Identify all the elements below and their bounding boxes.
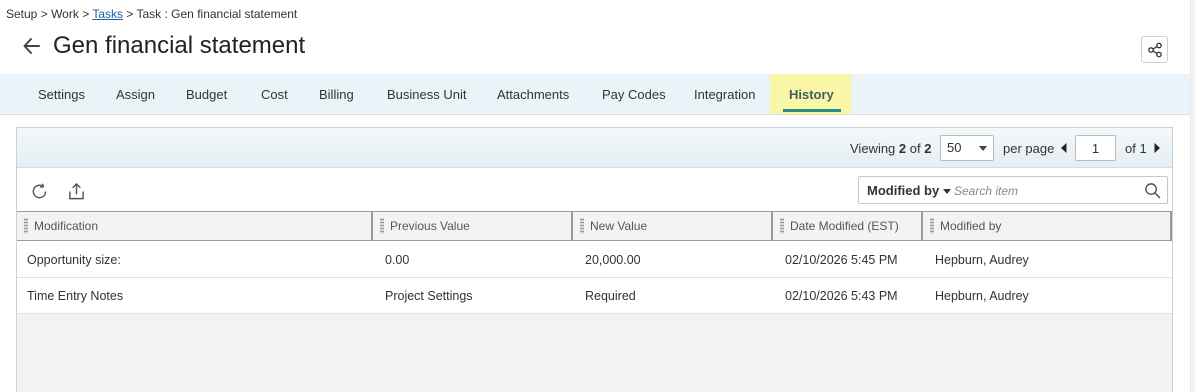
tab-label: Settings	[38, 86, 85, 102]
column-header-date-modified[interactable]: Date Modified (EST)	[775, 212, 921, 240]
breadcrumb-separator: >	[40, 7, 48, 21]
cell-new-value: 20,000.00	[585, 253, 641, 267]
arrow-left-icon	[23, 38, 40, 54]
column-resizer[interactable]	[1170, 212, 1172, 240]
viewing-of-label: of	[909, 141, 921, 156]
viewing-shown: 2	[898, 141, 907, 156]
tab-history[interactable]: History	[770, 74, 851, 114]
share-button[interactable]	[1141, 36, 1168, 63]
tab-cost[interactable]: Cost	[247, 74, 302, 114]
tab-label: Attachments	[497, 86, 570, 102]
drag-handle-icon[interactable]	[930, 218, 934, 234]
search-icon[interactable]	[1144, 182, 1161, 199]
cell-previous-value: Project Settings	[385, 289, 473, 303]
column-resizer[interactable]	[571, 212, 573, 240]
breadcrumb: Setup > Work > Tasks > Task : Gen financ…	[6, 7, 297, 21]
cell-modification: Time Entry Notes	[27, 289, 124, 303]
cell-modified-by: Hepburn, Audrey	[935, 289, 1029, 303]
page-title: Gen financial statement	[53, 32, 306, 59]
tab-billing[interactable]: Billing	[305, 74, 368, 114]
export-button[interactable]	[66, 181, 86, 201]
tab-assign[interactable]: Assign	[102, 74, 169, 114]
tab-attachments[interactable]: Attachments	[483, 74, 583, 114]
page-number-input[interactable]	[1075, 135, 1116, 161]
cell-new-value: Required	[585, 289, 636, 303]
column-header-new-value[interactable]: New Value	[575, 212, 771, 240]
breadcrumb-current: Task : Gen financial statement	[136, 7, 298, 21]
chevron-down-icon	[979, 146, 987, 151]
tab-label: Budget	[186, 86, 228, 102]
breadcrumb-setup[interactable]: Setup	[6, 7, 37, 21]
history-panel: Viewing 2 of 2 50 per page of 1	[16, 127, 1173, 392]
per-page-select[interactable]: 50	[940, 135, 994, 161]
viewing-label: Viewing	[850, 141, 896, 156]
pager-bar: Viewing 2 of 2 50 per page of 1	[17, 128, 1172, 168]
export-icon	[68, 182, 84, 199]
column-header-modified-by[interactable]: Modified by	[925, 212, 1165, 240]
search-filter-dropdown[interactable]: Modified by	[867, 183, 952, 198]
table-row[interactable]: Time Entry Notes Project Settings Requir…	[17, 278, 1172, 314]
column-label: New Value	[590, 219, 648, 233]
tab-label: Billing	[319, 86, 354, 102]
breadcrumb-tasks-link[interactable]: Tasks	[92, 7, 123, 21]
cell-date-modified: 02/10/2026 5:43 PM	[785, 289, 898, 303]
search-filter-label: Modified by	[867, 183, 940, 198]
title-row: Gen financial statement	[20, 30, 305, 62]
tab-business-unit[interactable]: Business Unit	[373, 74, 480, 114]
cell-date-modified: 02/10/2026 5:45 PM	[785, 253, 898, 267]
drag-handle-icon[interactable]	[780, 218, 784, 234]
triangle-right-icon[interactable]	[1153, 142, 1161, 154]
window-edge	[1190, 0, 1195, 392]
breadcrumb-work[interactable]: Work	[51, 7, 79, 21]
cell-modified-by: Hepburn, Audrey	[935, 253, 1029, 267]
table-row[interactable]: Opportunity size: 0.00 20,000.00 02/10/2…	[17, 242, 1172, 278]
tab-label: Cost	[261, 86, 288, 102]
drag-handle-icon[interactable]	[380, 218, 384, 234]
search-input[interactable]	[954, 181, 1144, 201]
column-label: Modification	[34, 219, 99, 233]
cell-modification: Opportunity size:	[27, 253, 121, 267]
drag-handle-icon[interactable]	[24, 218, 28, 234]
tab-budget[interactable]: Budget	[173, 74, 240, 114]
column-header-previous-value[interactable]: Previous Value	[375, 212, 571, 240]
page-of-label: of 1	[1125, 141, 1147, 156]
drag-handle-icon[interactable]	[580, 218, 584, 234]
column-label: Date Modified (EST)	[790, 219, 899, 233]
tab-label: History	[789, 86, 834, 102]
tab-pay-codes[interactable]: Pay Codes	[588, 74, 680, 114]
refresh-button[interactable]	[29, 181, 49, 201]
refresh-icon	[32, 182, 46, 198]
tab-settings[interactable]: Settings	[24, 74, 99, 114]
cell-previous-value: 0.00	[385, 253, 410, 267]
back-button[interactable]	[20, 34, 44, 58]
tab-bar: Settings Assign Budget Cost Billing Busi…	[0, 74, 1195, 115]
grid-empty-area	[17, 314, 1172, 392]
per-page-value: 50	[947, 140, 962, 155]
viewing-count: Viewing 2 of 2	[850, 141, 931, 156]
viewing-total: 2	[924, 141, 932, 156]
tab-label: Integration	[694, 86, 756, 102]
column-label: Modified by	[940, 219, 1002, 233]
tab-integration[interactable]: Integration	[680, 74, 769, 114]
column-resizer[interactable]	[771, 212, 773, 240]
column-header-modification[interactable]: Modification	[19, 212, 372, 240]
tab-label: Pay Codes	[602, 86, 666, 102]
column-label: Previous Value	[390, 219, 470, 233]
triangle-left-icon[interactable]	[1060, 142, 1068, 154]
tab-label: Assign	[116, 86, 156, 102]
search-box: Modified by	[858, 176, 1168, 204]
breadcrumb-separator: >	[82, 7, 90, 21]
column-resizer[interactable]	[921, 212, 923, 240]
per-page-label: per page	[1003, 141, 1055, 156]
grid-header: Modification Previous Value New Value Da…	[17, 211, 1172, 241]
grid-toolbar: Modified by	[17, 169, 1172, 211]
tab-label: Business Unit	[387, 86, 467, 102]
share-icon	[1147, 42, 1162, 57]
column-resizer[interactable]	[371, 212, 373, 240]
breadcrumb-separator: >	[126, 7, 134, 21]
chevron-down-icon	[943, 189, 952, 195]
